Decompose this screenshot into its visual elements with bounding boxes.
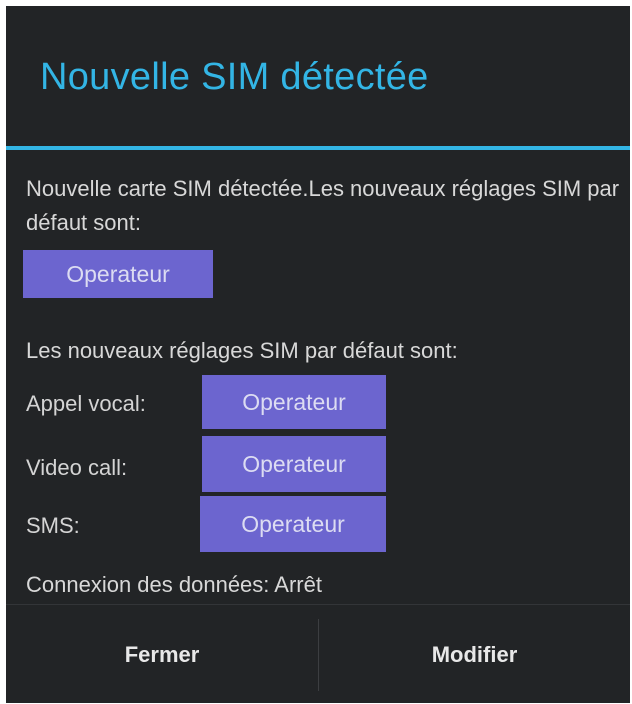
intro-text: Nouvelle carte SIM détectée.Les nouveaux…: [26, 176, 620, 235]
voice-call-sim-chip[interactable]: Operateur: [202, 375, 386, 429]
default-sim-chip[interactable]: Operateur: [23, 250, 213, 298]
dialog-title: Nouvelle SIM détectée: [40, 56, 429, 98]
close-button[interactable]: Fermer: [6, 605, 318, 704]
section-text: Les nouveaux réglages SIM par défaut son…: [26, 338, 458, 363]
video-call-label: Video call:: [26, 455, 128, 480]
sms-label: SMS:: [26, 513, 80, 538]
sim-dialog: Nouvelle SIM détectée Nouvelle carte SIM…: [6, 6, 630, 703]
sms-sim-chip[interactable]: Operateur: [200, 496, 386, 552]
voice-call-label: Appel vocal:: [26, 391, 146, 416]
dialog-footer: Fermer Modifier: [6, 604, 630, 704]
data-connection-text: Connexion des données: Arrêt: [26, 572, 322, 597]
title-divider: [6, 146, 630, 150]
video-call-sim-chip[interactable]: Operateur: [202, 436, 386, 492]
modify-button[interactable]: Modifier: [319, 605, 630, 704]
